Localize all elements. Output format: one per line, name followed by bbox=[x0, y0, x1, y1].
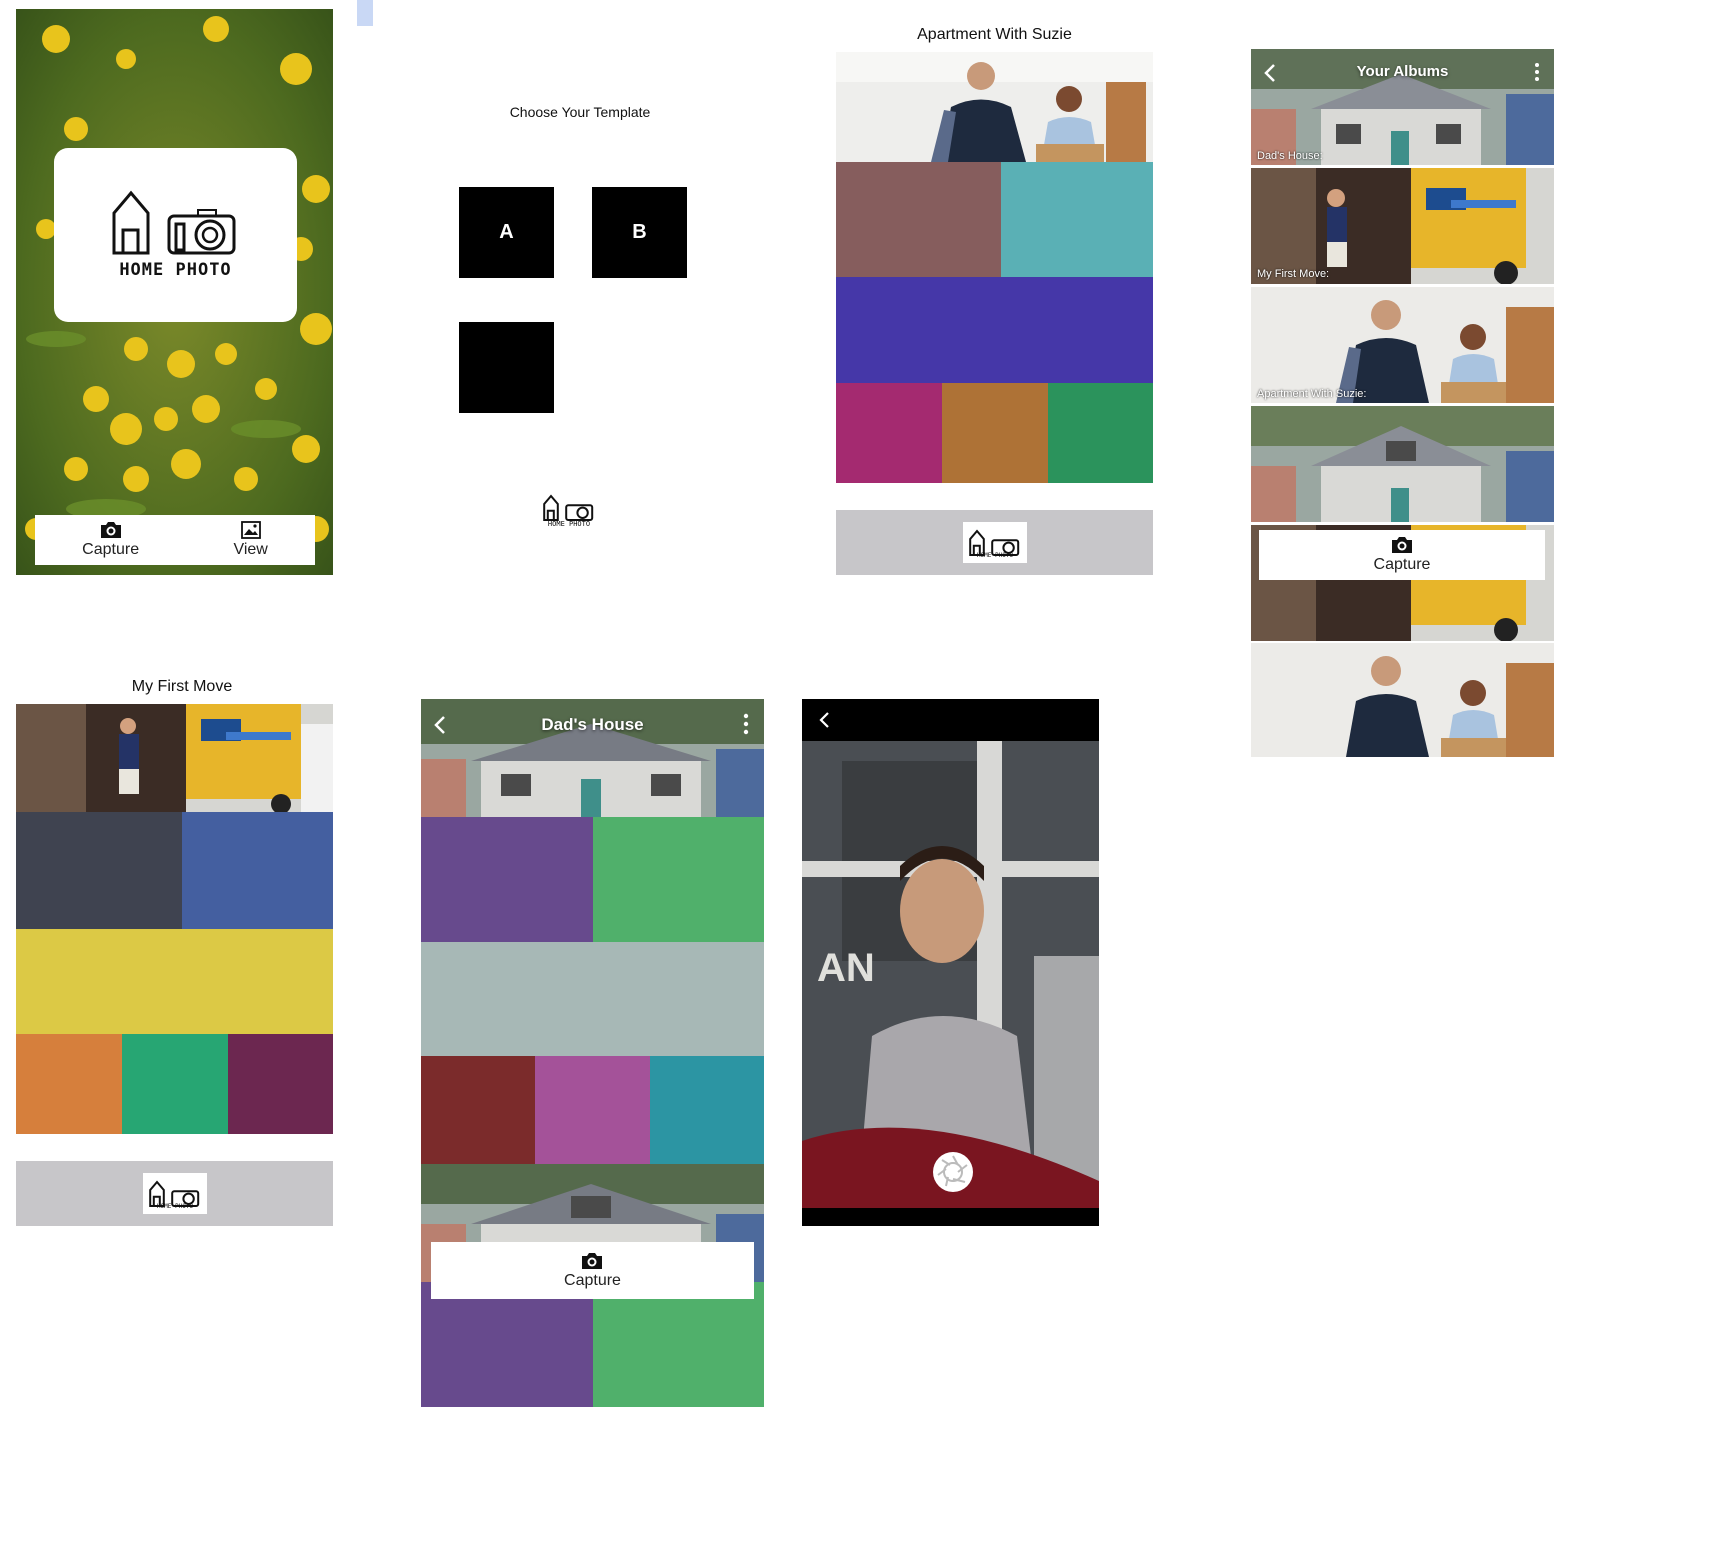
first-move-color-block-6 bbox=[228, 1034, 333, 1134]
footer-logo-button[interactable]: HOME PHOTO bbox=[963, 522, 1027, 563]
first-move-footer: HOME PHOTO bbox=[16, 1161, 333, 1226]
dads-color-block-8 bbox=[593, 1282, 764, 1407]
dads-color-block-6 bbox=[650, 1056, 764, 1164]
camera-icon bbox=[100, 522, 121, 538]
album-thumb-first-move[interactable] bbox=[1251, 168, 1554, 284]
template-b-button[interactable]: B bbox=[592, 187, 687, 278]
capture-label: Capture bbox=[82, 541, 140, 558]
dads-capture-bar: Capture bbox=[431, 1242, 754, 1299]
back-chevron-icon[interactable] bbox=[818, 711, 830, 729]
dads-house-title: Dad's House bbox=[541, 715, 644, 734]
camera-viewfinder: AN bbox=[802, 741, 1099, 1208]
albums-screen: Dad's House: My First Move: Apartment Wi… bbox=[1251, 49, 1554, 757]
dads-color-block-2 bbox=[593, 817, 764, 942]
more-vert-icon[interactable] bbox=[743, 713, 749, 735]
album-caption: Apartment With Suzie: bbox=[1257, 388, 1367, 400]
capture-label: Capture bbox=[564, 1271, 621, 1289]
home-photo-logo bbox=[543, 494, 594, 521]
album-thumb-house-2[interactable] bbox=[1251, 406, 1554, 522]
first-move-color-block-1 bbox=[16, 812, 182, 929]
template-chooser-title: Choose Your Template bbox=[509, 104, 651, 120]
view-button[interactable]: View bbox=[233, 521, 268, 559]
app-logo-card: HOME PHOTO bbox=[54, 148, 297, 322]
camera-icon bbox=[1391, 537, 1412, 553]
dads-color-block-3 bbox=[421, 942, 764, 1056]
first-move-photo bbox=[16, 704, 333, 812]
first-move-color-block-2 bbox=[182, 812, 333, 929]
logo-text: HOME PHOTO bbox=[119, 260, 232, 280]
suzie-color-block-3 bbox=[836, 277, 1153, 383]
shutter-icon[interactable] bbox=[932, 1151, 974, 1193]
suzie-album bbox=[836, 52, 1153, 483]
capture-button[interactable]: Capture bbox=[1373, 536, 1431, 574]
suzie-color-block-2 bbox=[1001, 162, 1153, 277]
first-move-color-block-4 bbox=[16, 1034, 122, 1134]
camera-icon bbox=[582, 1252, 603, 1269]
suzie-photo bbox=[836, 52, 1153, 162]
capture-button[interactable]: Capture bbox=[564, 1252, 621, 1290]
suzie-color-block-5 bbox=[942, 383, 1048, 483]
splash-screen: HOME PHOTO Capture View bbox=[16, 9, 333, 575]
footer-logo-button[interactable]: HOME PHOTO bbox=[143, 1173, 207, 1214]
more-vert-icon[interactable] bbox=[1534, 62, 1540, 82]
albums-capture-bar: Capture bbox=[1259, 530, 1545, 580]
album-thumb-suzie[interactable] bbox=[1251, 287, 1554, 403]
svg-text:AN: AN bbox=[817, 946, 875, 990]
suzie-color-block-4 bbox=[836, 383, 942, 483]
first-move-color-block-5 bbox=[122, 1034, 228, 1134]
capture-button[interactable]: Capture bbox=[82, 521, 139, 559]
dads-house-album: Dad's House Capture bbox=[421, 699, 764, 1407]
camera-screen: AN bbox=[802, 699, 1099, 1226]
album-caption: My First Move: bbox=[1257, 268, 1330, 280]
suzie-color-block-6 bbox=[1048, 383, 1153, 483]
view-label: View bbox=[233, 541, 268, 558]
first-move-color-block-3 bbox=[16, 929, 333, 1034]
dads-color-block-1 bbox=[421, 817, 593, 942]
first-move-album bbox=[16, 704, 333, 1134]
suzie-album-title: Apartment With Suzie bbox=[917, 26, 1072, 43]
dads-color-block-5 bbox=[535, 1056, 650, 1164]
album-thumb-couple-2[interactable] bbox=[1251, 643, 1554, 757]
suzie-footer: HOME PHOTO bbox=[836, 510, 1153, 575]
albums-title: Your Albums bbox=[1356, 63, 1449, 80]
logo-text: HOME PHOTO bbox=[976, 552, 1014, 559]
album-caption: Dad's House: bbox=[1257, 150, 1323, 162]
first-move-title: My First Move bbox=[131, 678, 233, 695]
bottom-nav: Capture View bbox=[35, 515, 315, 565]
image-icon bbox=[240, 521, 261, 539]
capture-label: Capture bbox=[1373, 556, 1431, 573]
logo-text: HOME PHOTO bbox=[547, 520, 591, 528]
selection-marker bbox=[357, 0, 373, 26]
dads-color-block-7 bbox=[421, 1282, 593, 1407]
dads-color-block-4 bbox=[421, 1056, 535, 1164]
template-c-button[interactable] bbox=[459, 322, 554, 413]
suzie-color-block-1 bbox=[836, 162, 1001, 277]
logo-text: HOME PHOTO bbox=[156, 1203, 194, 1210]
template-chooser-logo: HOME PHOTO bbox=[541, 494, 597, 530]
template-a-button[interactable]: A bbox=[459, 187, 554, 278]
